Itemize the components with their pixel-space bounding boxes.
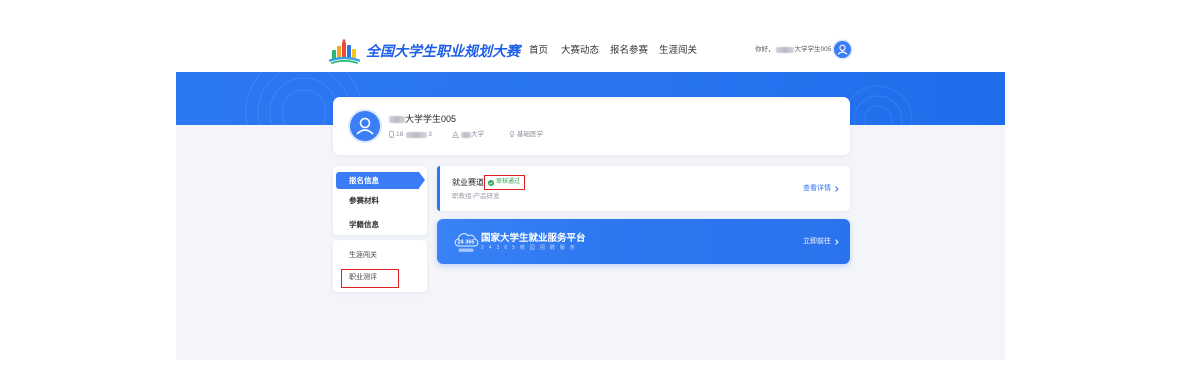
colorful-bars-logo-icon — [328, 39, 361, 64]
user-name: 大学学生005 — [794, 46, 832, 53]
brand-logo[interactable] — [328, 39, 361, 64]
profile-card: 大学学生005 18 3 大学 基础医学 — [333, 97, 850, 155]
profile-name-text: 大学学生005 — [405, 114, 457, 124]
nav-career-challenge[interactable]: 生涯闯关 — [659, 45, 697, 57]
phone-start: 18 — [396, 131, 404, 138]
check-circle-icon — [488, 179, 494, 186]
major-icon — [509, 131, 515, 138]
redacted-text — [461, 131, 471, 138]
profile-avatar[interactable] — [350, 111, 380, 141]
school-name: 大学 — [471, 131, 484, 138]
profile-major: 基础医学 — [509, 130, 543, 139]
phone-icon — [389, 131, 394, 138]
user-avatar[interactable] — [834, 41, 851, 58]
sidebar-primary: 报名信息 参赛材料 学籍信息 — [333, 166, 427, 235]
platform-title: 国家大学生就业服务平台 — [481, 233, 586, 244]
user-icon — [837, 44, 848, 55]
go-now-link[interactable]: 立即前往 — [803, 237, 839, 247]
greeting-text: 你好， — [755, 46, 775, 53]
profile-phone: 18 3 — [389, 130, 432, 139]
track-card: 就业赛道 审核通过 职教组-产品研发 查看详情 — [437, 166, 850, 211]
chevron-right-icon — [833, 239, 839, 245]
nav-register[interactable]: 报名参赛 — [610, 45, 648, 57]
sidebar-item-student-status[interactable]: 学籍信息 — [349, 218, 379, 232]
view-details-label: 查看详情 — [803, 185, 831, 192]
cloud-logo-icon: 24 365 — [454, 233, 479, 252]
status-text: 审核通过 — [496, 179, 521, 185]
status-badge: 审核通过 — [488, 178, 520, 187]
school-icon — [452, 131, 459, 138]
track-subtitle: 职教组-产品研发 — [452, 193, 500, 200]
platform-banner[interactable]: 24 365 国家大学生就业服务平台 24365校园招聘服务 立即前往 — [437, 219, 850, 264]
user-icon — [356, 117, 374, 135]
sidebar-item-materials[interactable]: 参赛材料 — [349, 194, 379, 208]
view-details-link[interactable]: 查看详情 — [803, 184, 839, 194]
go-now-label: 立即前往 — [803, 238, 831, 245]
redacted-text — [406, 131, 428, 138]
chevron-right-icon — [833, 186, 839, 192]
redacted-text — [775, 47, 794, 53]
profile-school: 大学 — [452, 130, 484, 139]
nav-news[interactable]: 大赛动态 — [561, 45, 599, 57]
sidebar-item-career-challenge[interactable]: 生涯闯关 — [349, 249, 377, 263]
brand-title[interactable]: 全国大学生职业规划大赛 — [366, 42, 520, 60]
redacted-text — [389, 115, 405, 123]
logo-text: 24 365 — [457, 239, 474, 245]
user-greeting[interactable]: 你好， 大学学生005 — [755, 45, 831, 55]
major-name: 基础医学 — [517, 131, 543, 138]
phone-end: 3 — [428, 131, 432, 138]
nav-home[interactable]: 首页 — [529, 45, 548, 57]
platform-subtitle: 24365校园招聘服务 — [481, 245, 580, 251]
sidebar-item-registration-info[interactable]: 报名信息 — [336, 172, 425, 189]
sidebar-secondary: 生涯闯关 职业测评 — [333, 240, 427, 292]
track-title: 就业赛道 — [452, 178, 484, 187]
profile-name: 大学学生005 — [389, 113, 456, 125]
sidebar-item-career-assessment[interactable]: 职业测评 — [349, 271, 377, 285]
platform-logo: 24 365 — [452, 228, 480, 255]
page: 全国大学生职业规划大赛 首页 大赛动态 报名参赛 生涯闯关 你好， 大学学生00… — [0, 0, 1181, 374]
